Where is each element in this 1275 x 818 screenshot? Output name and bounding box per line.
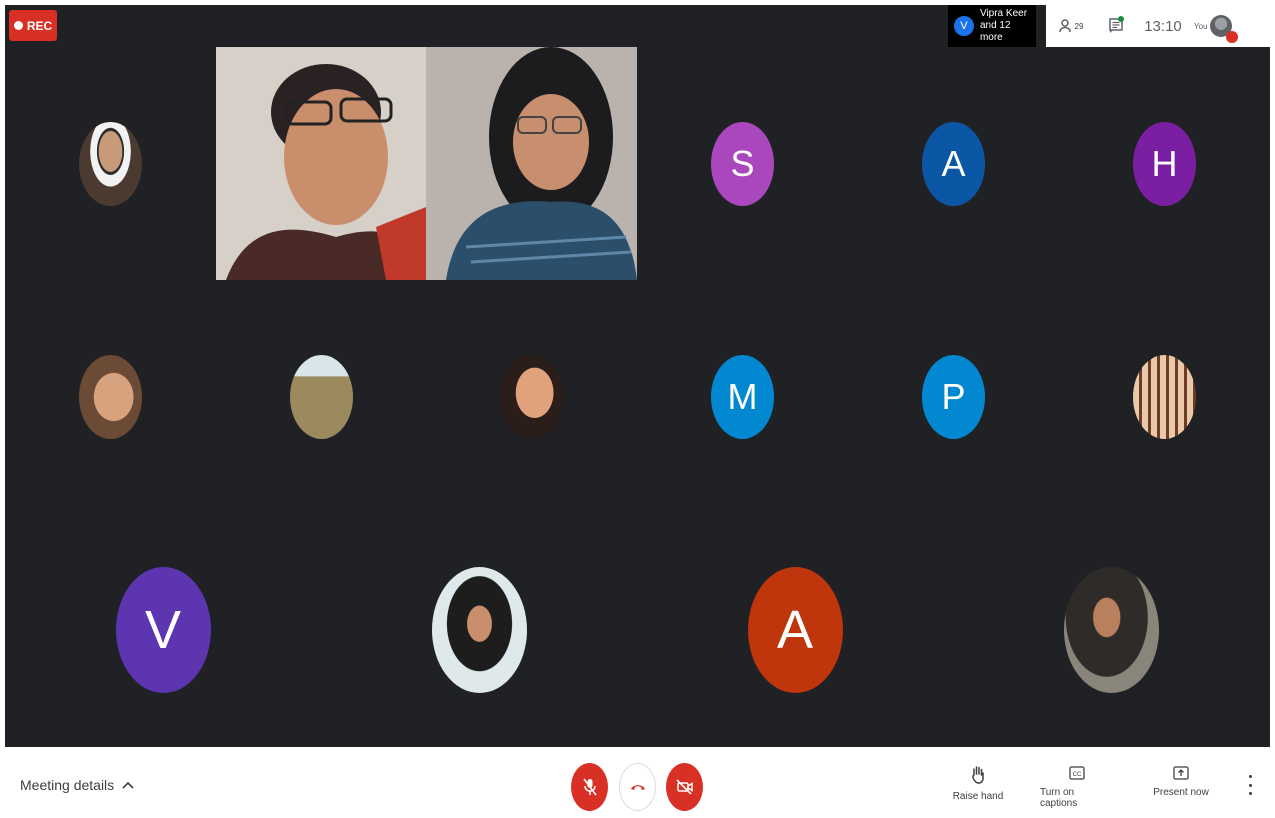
participant-initial-avatar: H — [1133, 121, 1196, 206]
meet-window: REC V Vipra Keer and 12 more 29 13:10 Yo… — [0, 0, 1275, 818]
people-count: 29 — [1074, 21, 1084, 31]
participant-tile[interactable]: M — [637, 280, 848, 513]
present-now-button[interactable]: Present now — [1152, 765, 1210, 798]
participant-tile[interactable] — [5, 47, 215, 280]
participant-tile[interactable]: P — [848, 280, 1059, 513]
svg-text:CC: CC — [1073, 772, 1082, 778]
self-view[interactable]: You — [1190, 5, 1270, 47]
people-icon — [1058, 19, 1071, 33]
clock: 13:10 — [1144, 17, 1182, 35]
participant-initial-avatar: A — [747, 567, 843, 693]
people-button[interactable]: 29 — [1046, 5, 1096, 47]
chevron-up-icon — [122, 781, 134, 789]
muted-mic-icon — [1225, 31, 1238, 43]
captions-label: Turn on captions — [1040, 787, 1078, 809]
more-dot-icon — [1248, 775, 1252, 778]
participant-initial-avatar: V — [115, 567, 211, 693]
recording-badge: REC — [9, 10, 57, 41]
participant-avatar-photo — [500, 354, 563, 439]
raise-hand-button[interactable]: Raise hand — [950, 765, 1006, 802]
participant-avatar-photo — [78, 354, 142, 439]
participant-tile[interactable] — [1059, 280, 1270, 513]
more-options-button[interactable] — [1242, 775, 1258, 795]
camera-off-icon — [675, 779, 693, 795]
more-dot-icon — [1248, 783, 1252, 787]
chat-button[interactable] — [1096, 5, 1136, 47]
captions-button[interactable]: CC Turn on captions — [1040, 765, 1114, 809]
participant-tile[interactable] — [216, 280, 426, 513]
hand-icon — [972, 766, 984, 784]
speaker-more: and 12 more — [979, 20, 1011, 43]
participant-avatar-photo — [431, 567, 527, 693]
participant-grid: S A H M P V A — [5, 47, 1270, 747]
camera-toggle-button[interactable] — [666, 763, 703, 811]
participant-tile[interactable]: A — [848, 47, 1059, 280]
participant-initial-avatar: A — [922, 121, 985, 206]
participant-avatar-photo — [1133, 354, 1196, 439]
active-speaker-chip[interactable]: V Vipra Keer and 12 more — [948, 5, 1036, 47]
bottom-bar: Meeting details Raise hand CC Turn on ca… — [0, 747, 1275, 818]
participant-tile[interactable]: A — [637, 513, 953, 747]
present-icon — [1173, 766, 1189, 780]
leave-call-button[interactable] — [619, 763, 656, 811]
participant-tile[interactable]: H — [1059, 47, 1270, 280]
participant-tile[interactable]: V — [5, 513, 321, 747]
more-dot-icon — [1248, 792, 1252, 795]
speaker-name: Vipra Keer — [979, 8, 1028, 19]
participant-tile[interactable] — [426, 280, 637, 513]
video-frame-2 — [426, 47, 637, 280]
participant-initial-avatar: M — [711, 354, 774, 439]
raise-hand-label: Raise hand — [952, 791, 1004, 802]
participant-avatar-photo — [1064, 567, 1159, 693]
participant-avatar-photo — [78, 121, 142, 206]
speaker-text: Vipra Keer and 12 more — [980, 8, 1036, 44]
meeting-details-label: Meeting details — [20, 777, 115, 793]
recording-label: REC — [26, 18, 53, 33]
participant-initial-avatar: P — [922, 354, 985, 439]
video-frame-1 — [216, 47, 426, 280]
present-label: Present now — [1153, 787, 1209, 798]
you-label: You — [1194, 21, 1208, 31]
microphone-toggle-button[interactable] — [571, 763, 608, 811]
participant-tile[interactable] — [5, 280, 215, 513]
participant-tile[interactable] — [953, 513, 1270, 747]
participant-initial-avatar: S — [711, 121, 774, 206]
chat-notification-dot — [1118, 16, 1124, 22]
participant-avatar-photo — [289, 354, 353, 439]
hang-up-icon — [630, 785, 645, 790]
video-participant-2[interactable] — [426, 47, 637, 280]
self-avatar — [1209, 15, 1238, 43]
captions-icon: CC — [1069, 766, 1085, 780]
mic-off-icon — [582, 778, 597, 796]
video-participant-1[interactable] — [216, 47, 426, 280]
top-right-controls: 29 13:10 You — [1046, 5, 1270, 47]
speaker-avatar: V — [954, 16, 974, 36]
participant-tile[interactable] — [321, 513, 637, 747]
record-dot-icon — [13, 21, 23, 30]
meeting-details-button[interactable]: Meeting details — [20, 777, 134, 793]
participant-tile[interactable]: S — [637, 47, 848, 280]
